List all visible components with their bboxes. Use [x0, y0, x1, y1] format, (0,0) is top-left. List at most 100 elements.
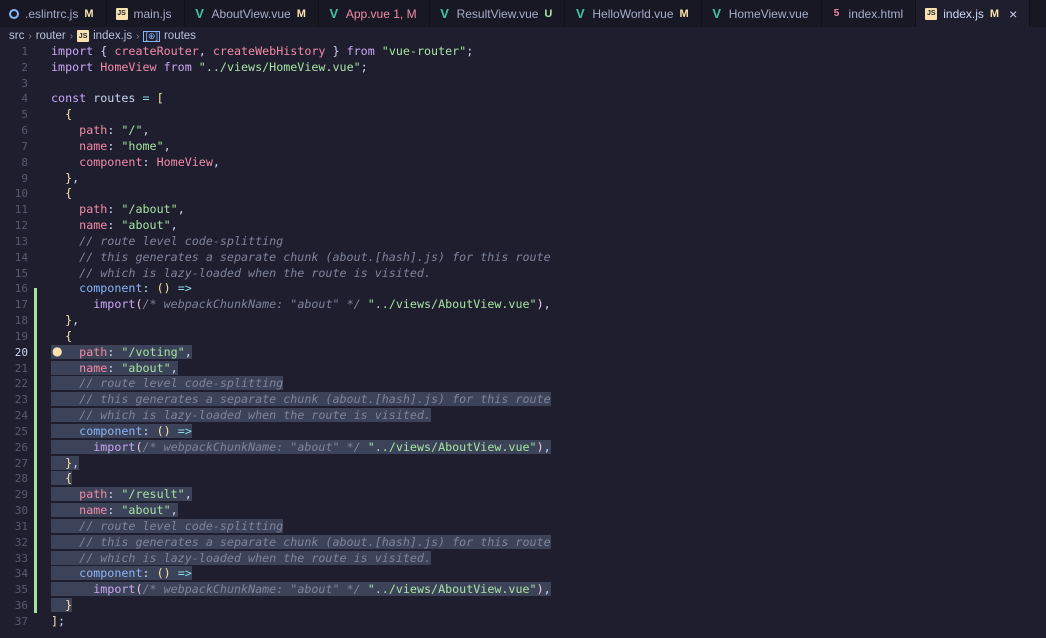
- code-text: component: () =>: [51, 281, 192, 297]
- code-token: (: [135, 582, 143, 597]
- code-line[interactable]: 8 component: HomeView,: [0, 155, 1046, 171]
- code-line[interactable]: 29 path: "/result",: [0, 487, 1046, 503]
- tab-homeview-vue[interactable]: V HomeView.vue: [702, 0, 822, 27]
- code-line[interactable]: 9 },: [0, 171, 1046, 187]
- code-line[interactable]: 13 // route level code-splitting: [0, 234, 1046, 250]
- code-token: }: [65, 597, 73, 612]
- code-token: // this generates a separate chunk (abou…: [79, 392, 551, 407]
- tab-label: HelloWorld.vue: [592, 6, 674, 21]
- tab-app-vue-1-m[interactable]: V App.vue 1, M: [319, 0, 430, 27]
- code-line[interactable]: 32 // this generates a separate chunk (a…: [0, 534, 1046, 551]
- chevron-right-icon: ›: [136, 30, 140, 42]
- code-line[interactable]: 20 path: "/voting", ●: [0, 344, 1046, 361]
- code-line[interactable]: 12 name: "about",: [0, 218, 1046, 234]
- code-token: "../views/HomeView.vue": [198, 59, 361, 74]
- code-line[interactable]: 14 // this generates a separate chunk (a…: [0, 250, 1046, 266]
- line-number: 8: [21, 155, 28, 169]
- code-line[interactable]: 1 import { createRouter, createWebHistory…: [0, 44, 1046, 60]
- tab-label: App.vue 1, M: [345, 6, 417, 21]
- tab-aboutview-vue[interactable]: V AboutView.vue M: [185, 0, 319, 27]
- line-number: 35: [14, 583, 28, 597]
- tab-eslintrc-js[interactable]: .eslintrc.js M: [0, 0, 107, 27]
- code-line[interactable]: 16 component: () =>: [0, 281, 1046, 297]
- code-token: {: [65, 107, 73, 122]
- code-line[interactable]: 5 {: [0, 107, 1046, 123]
- code-line[interactable]: 30 name: "about",: [0, 503, 1046, 519]
- code-token: {: [100, 44, 115, 58]
- code-line[interactable]: 35 import(/* webpackChunkName: "about" *…: [0, 582, 1046, 598]
- code-line[interactable]: 33 // which is lazy-loaded when the rout…: [0, 550, 1046, 567]
- code-line[interactable]: 7 name: "home",: [0, 139, 1046, 155]
- tab-index-html[interactable]: 5 index.html: [822, 0, 917, 27]
- code-text: // which is lazy-loaded when the route i…: [51, 408, 431, 424]
- code-line[interactable]: 37];: [0, 614, 1046, 630]
- code-line[interactable]: 3: [0, 76, 1046, 92]
- line-number: 3: [21, 76, 28, 90]
- tab-index-js[interactable]: JS index.js M ×: [916, 0, 1031, 27]
- breadcrumb-src[interactable]: src: [9, 30, 24, 42]
- line-number: 10: [14, 187, 28, 201]
- code-text: component: HomeView,: [51, 155, 220, 171]
- code-token: import: [93, 439, 136, 454]
- html-icon: 5: [833, 8, 840, 19]
- close-icon[interactable]: ×: [1009, 6, 1017, 22]
- line-number: 19: [14, 329, 28, 343]
- line-number: 12: [14, 219, 28, 233]
- code-line[interactable]: 36 }: [0, 597, 1046, 614]
- code-line[interactable]: 25 component: () =>: [0, 423, 1046, 440]
- line-number: 22: [14, 377, 28, 391]
- code-token: // this generates a separate chunk (abou…: [79, 249, 551, 264]
- tab-resultview-vue[interactable]: V ResultView.vue U: [430, 0, 566, 27]
- line-number: 5: [21, 108, 28, 122]
- code-token: "../views/AboutView.vue": [367, 439, 537, 454]
- code-line[interactable]: 31 // route level code-splitting: [0, 518, 1046, 535]
- code-text: path: "/voting",: [51, 344, 192, 361]
- code-token: // route level code-splitting: [79, 518, 284, 533]
- code-text: path: "/",: [51, 123, 149, 139]
- code-line[interactable]: 19 {: [0, 329, 1046, 345]
- code-line[interactable]: 2 import HomeView from "../views/HomeView…: [0, 60, 1046, 76]
- tab-label: main.js: [133, 6, 172, 21]
- code-editor[interactable]: 1 import { createRouter, createWebHistory…: [0, 44, 1046, 630]
- code-line[interactable]: 22 // route level code-splitting: [0, 376, 1046, 392]
- code-line[interactable]: 11 path: "/about",: [0, 202, 1046, 218]
- tab-helloworld-vue[interactable]: V HelloWorld.vue M: [565, 0, 702, 27]
- tab-main-js[interactable]: JS main.js: [107, 0, 185, 27]
- code-line[interactable]: 17 import(/* webpackChunkName: "about" *…: [0, 297, 1046, 313]
- line-number: 27: [14, 456, 28, 470]
- code-line[interactable]: 21 name: "about",: [0, 360, 1046, 377]
- breadcrumb-symbol[interactable]: routes: [164, 30, 196, 42]
- code-text: {: [51, 329, 72, 345]
- code-token: path: [79, 344, 108, 359]
- line-number: 31: [14, 519, 28, 533]
- code-line[interactable]: 10 {: [0, 186, 1046, 202]
- code-line[interactable]: 4 const routes = [: [0, 91, 1046, 107]
- code-token: "about": [121, 503, 171, 518]
- breadcrumb-file[interactable]: index.js: [93, 30, 132, 42]
- code-line[interactable]: 28 {: [0, 471, 1046, 487]
- lightbulb-icon[interactable]: ●: [52, 344, 62, 360]
- code-token: name: [79, 218, 108, 233]
- code-line[interactable]: 34 component: () =>: [0, 566, 1046, 582]
- code-line[interactable]: 24 // which is lazy-loaded when the rout…: [0, 408, 1046, 424]
- code-token: "about": [121, 360, 171, 375]
- code-line[interactable]: 15 // which is lazy-loaded when the rout…: [0, 266, 1046, 282]
- code-line[interactable]: 23 // this generates a separate chunk (a…: [0, 392, 1046, 408]
- code-line[interactable]: 18 },: [0, 313, 1046, 329]
- code-line[interactable]: 26 import(/* webpackChunkName: "about" *…: [0, 439, 1046, 456]
- code-line[interactable]: 6 path: "/",: [0, 123, 1046, 139]
- code-line[interactable]: 27 },: [0, 455, 1046, 472]
- breadcrumb-router[interactable]: router: [36, 30, 66, 42]
